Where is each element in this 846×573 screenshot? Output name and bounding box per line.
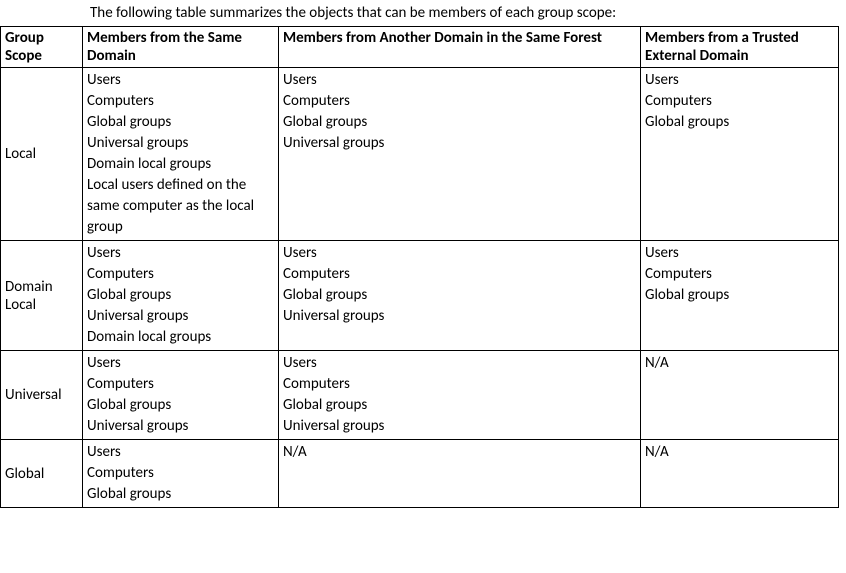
forest-cell: UsersComputersGlobal groupsUniversal gro… [279, 351, 641, 440]
list-item: Local users defined on the same computer… [87, 175, 272, 238]
list-item: Users [87, 353, 272, 374]
list-item: Users [283, 353, 634, 374]
list-item: Computers [87, 374, 272, 395]
trusted-cell: UsersComputersGlobal groups [641, 68, 839, 241]
intro-text: The following table summarizes the objec… [0, 0, 846, 26]
forest-cell: UsersComputersGlobal groupsUniversal gro… [279, 68, 641, 241]
scope-cell: Global [1, 440, 83, 508]
forest-cell: N/A [279, 440, 641, 508]
list-item: Universal groups [87, 133, 272, 154]
list-item: Universal groups [87, 306, 272, 327]
list-item: Computers [87, 463, 272, 484]
list-item: Domain local groups [87, 154, 272, 175]
list-item: Global groups [87, 112, 272, 133]
list-item: Users [283, 243, 634, 264]
list-item: Computers [283, 374, 634, 395]
list-item: Global groups [283, 395, 634, 416]
list-item: Global groups [87, 285, 272, 306]
list-item: Computers [283, 264, 634, 285]
scope-cell: Domain Local [1, 241, 83, 351]
table-row: Domain LocalUsersComputersGlobal groupsU… [1, 241, 839, 351]
list-item: Global groups [283, 112, 634, 133]
header-same-domain: Members from the Same Domain [83, 27, 279, 68]
group-scope-table: Group Scope Members from the Same Domain… [0, 26, 839, 508]
list-item: Global groups [645, 112, 832, 133]
list-item: N/A [283, 442, 634, 463]
list-item: Domain local groups [87, 327, 272, 348]
list-item: Users [645, 70, 832, 91]
trusted-cell: N/A [641, 351, 839, 440]
scope-cell: Universal [1, 351, 83, 440]
table-row: LocalUsersComputersGlobal groupsUniversa… [1, 68, 839, 241]
list-item: Global groups [87, 484, 272, 505]
list-item: Users [87, 70, 272, 91]
list-item: N/A [645, 442, 832, 463]
list-item: Users [87, 442, 272, 463]
list-item: Global groups [645, 285, 832, 306]
list-item: Universal groups [283, 306, 634, 327]
list-item: Computers [645, 91, 832, 112]
table-row: UniversalUsersComputersGlobal groupsUniv… [1, 351, 839, 440]
header-trusted-domain: Members from a Trusted External Domain [641, 27, 839, 68]
list-item: Universal groups [283, 133, 634, 154]
list-item: Universal groups [283, 416, 634, 437]
forest-cell: UsersComputersGlobal groupsUniversal gro… [279, 241, 641, 351]
list-item: Computers [645, 264, 832, 285]
same-cell: UsersComputersGlobal groups [83, 440, 279, 508]
same-cell: UsersComputersGlobal groupsUniversal gro… [83, 68, 279, 241]
same-cell: UsersComputersGlobal groupsUniversal gro… [83, 351, 279, 440]
list-item: Global groups [283, 285, 634, 306]
list-item: Users [645, 243, 832, 264]
list-item: Computers [87, 91, 272, 112]
scope-cell: Local [1, 68, 83, 241]
list-item: Universal groups [87, 416, 272, 437]
table-row: GlobalUsersComputersGlobal groupsN/AN/A [1, 440, 839, 508]
list-item: Global groups [87, 395, 272, 416]
list-item: N/A [645, 353, 832, 374]
list-item: Computers [87, 264, 272, 285]
trusted-cell: UsersComputersGlobal groups [641, 241, 839, 351]
header-scope: Group Scope [1, 27, 83, 68]
same-cell: UsersComputersGlobal groupsUniversal gro… [83, 241, 279, 351]
header-row: Group Scope Members from the Same Domain… [1, 27, 839, 68]
list-item: Computers [283, 91, 634, 112]
trusted-cell: N/A [641, 440, 839, 508]
list-item: Users [87, 243, 272, 264]
list-item: Users [283, 70, 634, 91]
header-forest-domain: Members from Another Domain in the Same … [279, 27, 641, 68]
